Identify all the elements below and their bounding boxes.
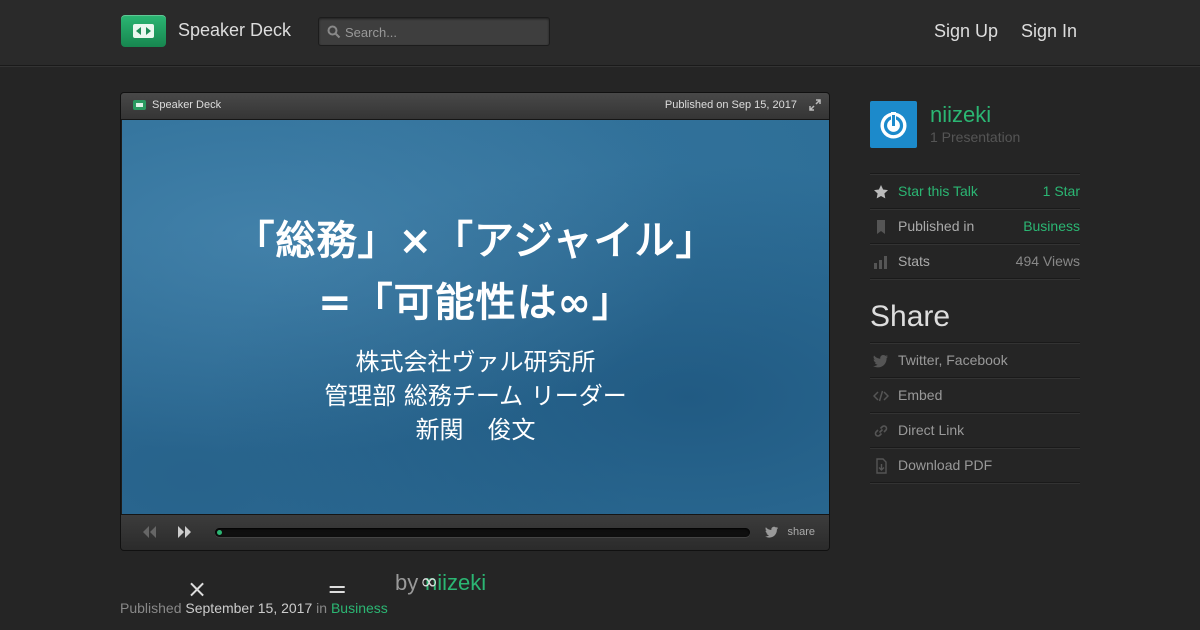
share-download-pdf-label[interactable]: Download PDF [898,457,992,473]
slide-player: Speaker Deck Published on Sep 15, 2017 「… [120,92,830,551]
published-prefix: Published [120,600,182,616]
twitter-bird-icon [873,354,888,368]
talk-title-infinity: ∞ [420,570,439,595]
previous-slide-icon[interactable] [141,526,157,538]
player-published-date: Published on Sep 15, 2017 [664,99,797,111]
share-divider [870,482,1080,483]
share-heading: Share [870,300,951,333]
sign-in-link[interactable]: Sign In [1021,21,1077,42]
speaker-deck-mini-icon[interactable] [133,100,146,110]
download-icon [876,458,887,474]
sidebar-presentation-count[interactable]: 1 Presentation [930,129,1020,145]
published-in-label: Published in [898,218,975,234]
talk-title: × = [120,569,347,604]
link-icon [874,425,888,437]
published-category-link[interactable]: Business [331,600,388,616]
slide-progress-fill [217,530,223,535]
published-in-row: Published in Business [870,208,1080,244]
talk-by-label: by [395,570,419,595]
star-icon [874,185,888,199]
published-date: September 15, 2017 [185,600,313,616]
share-link[interactable]: share [787,526,815,538]
next-slide-icon[interactable] [177,526,193,538]
slide-title-line1: 「総務」×「アジャイル」 [234,218,717,264]
star-count[interactable]: 1 Star [1043,183,1080,199]
star-talk-label[interactable]: Star this Talk [898,183,978,199]
share-direct-link-label[interactable]: Direct Link [898,422,964,438]
slide-image[interactable]: 「総務」×「アジャイル」 =「可能性は∞」 株式会社ヴァル研究所 管理部 総務チ… [122,120,829,516]
share-download-pdf[interactable]: Download PDF [870,447,1080,483]
author-avatar[interactable] [870,101,917,148]
slide-subtitle-line1: 株式会社ヴァル研究所 [355,348,596,376]
logo-arrows [133,24,154,38]
search-input[interactable] [343,21,547,44]
share-twitter-facebook-label[interactable]: Twitter, Facebook [898,352,1008,368]
speaker-deck-logo-icon[interactable] [121,15,166,47]
sign-up-link[interactable]: Sign Up [934,21,998,42]
published-in-word: in [316,600,328,616]
share-twitter-facebook[interactable]: Twitter, Facebook [870,342,1080,378]
code-icon [873,390,889,402]
search-box[interactable] [318,17,550,46]
bar-chart-icon [874,256,887,269]
search-icon [327,25,341,39]
player-top-bar: Speaker Deck Published on Sep 15, 2017 [121,93,829,120]
sidebar-divider [870,278,1080,279]
fullscreen-icon[interactable] [809,99,821,111]
slide-title-line2: =「可能性は∞」 [318,280,633,326]
bookmark-icon [877,220,885,234]
star-talk-row[interactable]: Star this Talk 1 Star [870,173,1080,209]
stats-row: Stats 494 Views [870,243,1080,279]
share-embed-label[interactable]: Embed [898,387,942,403]
site-header: Speaker Deck Sign Up Sign In [0,0,1200,66]
slide-progress-bar[interactable] [215,528,750,537]
stats-views: 494 Views [1015,253,1080,269]
stats-label: Stats [898,253,930,269]
talk-title-text: × = [187,575,348,603]
share-embed[interactable]: Embed [870,377,1080,413]
twitter-bird-icon[interactable] [765,526,779,538]
brand-name[interactable]: Speaker Deck [178,20,291,41]
slide-subtitle-line3: 新関 俊文 [415,416,536,444]
published-in-category-link[interactable]: Business [1023,218,1080,234]
power-logo-icon [880,112,907,139]
sidebar-author-name[interactable]: niizeki [930,102,991,128]
player-brand[interactable]: Speaker Deck [152,99,221,111]
player-controls: share [121,514,829,550]
share-direct-link[interactable]: Direct Link [870,412,1080,448]
slide-subtitle-line2: 管理部 総務チーム リーダー [324,382,627,410]
talk-published-line: Published September 15, 2017 in Business [120,600,388,616]
